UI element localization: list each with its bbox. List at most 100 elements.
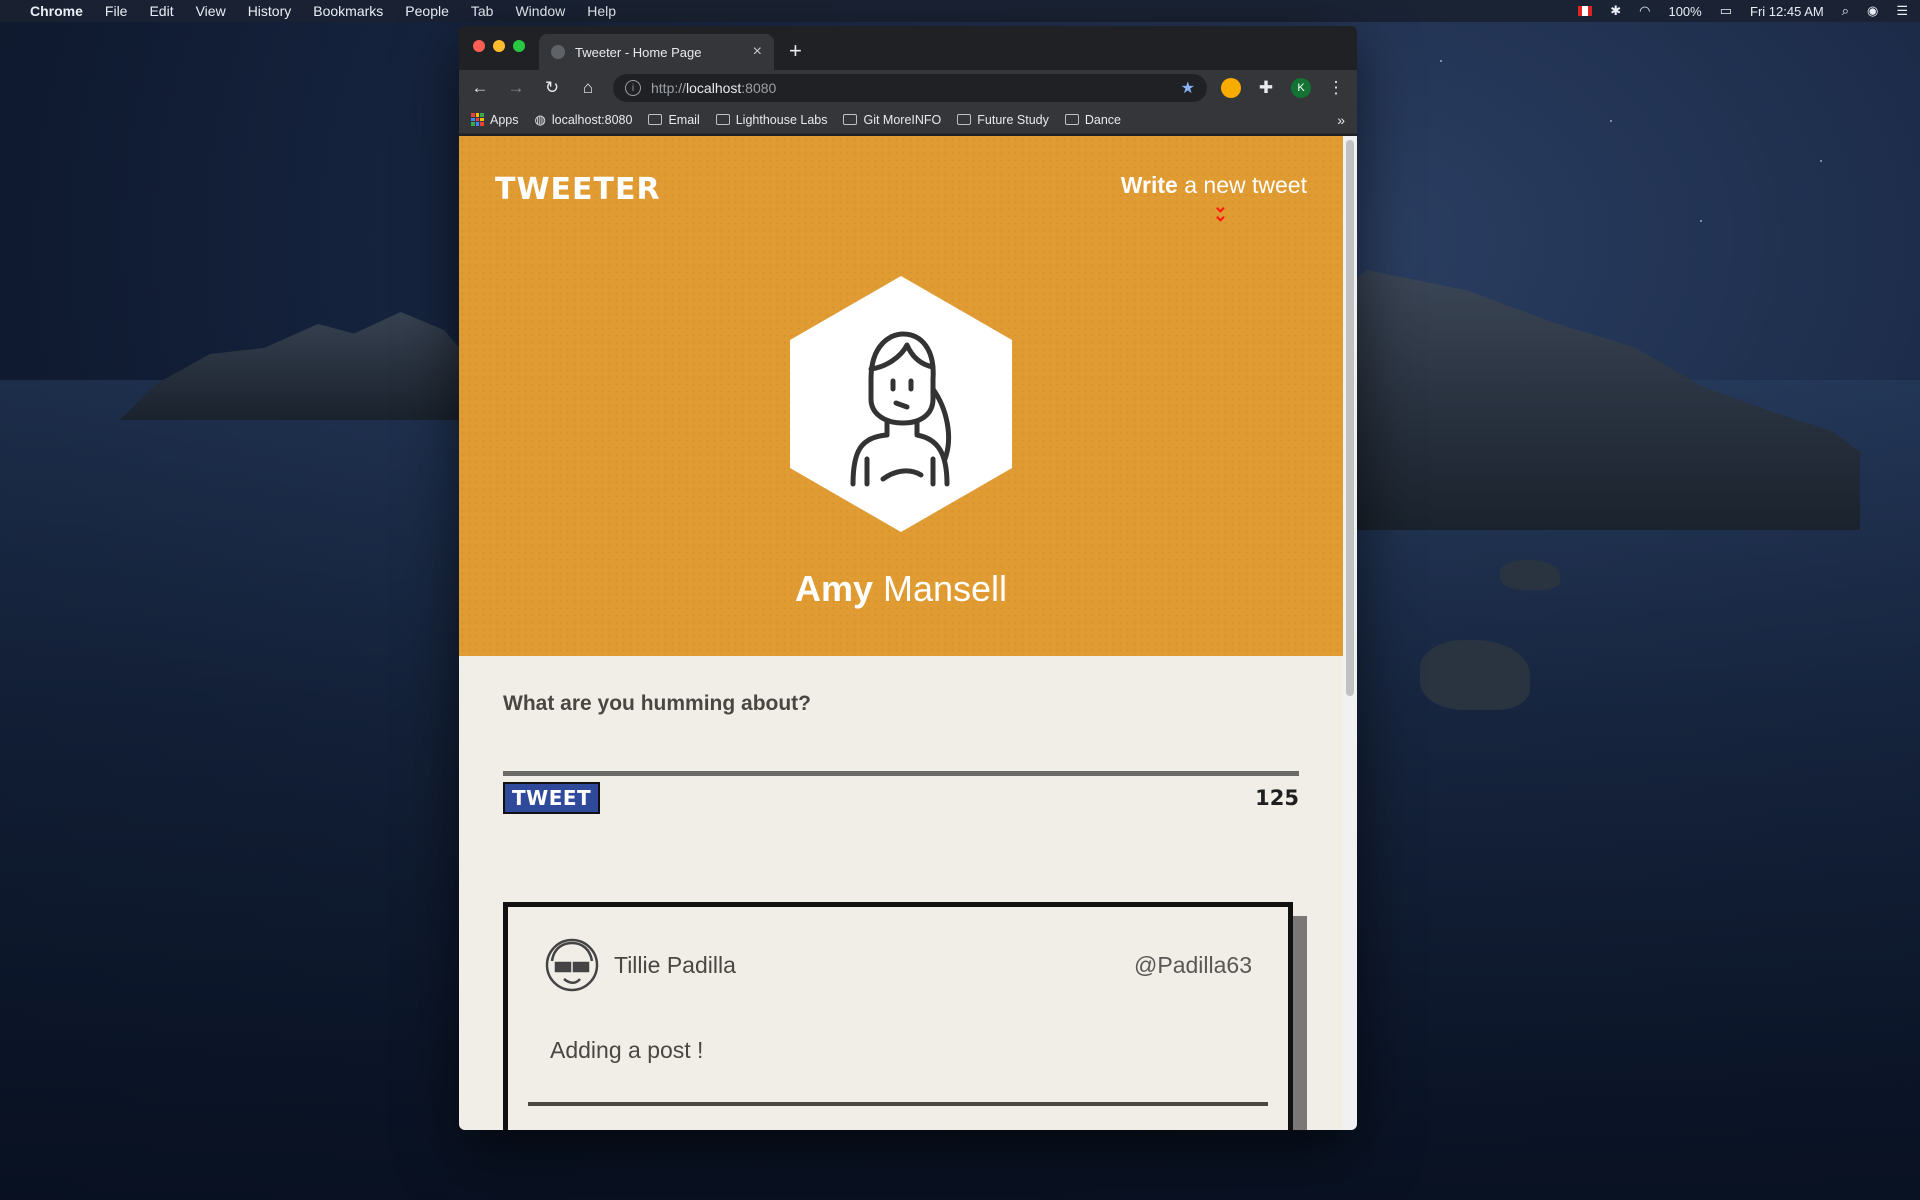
page-viewport: TWEETER Write a new tweet ⌄ ⌄ Amy Mansell bbox=[459, 136, 1343, 1130]
close-window-button[interactable] bbox=[473, 40, 485, 52]
bookmarks-overflow-icon[interactable]: » bbox=[1337, 112, 1345, 128]
url-scheme: http:// bbox=[651, 80, 687, 96]
notification-center-icon[interactable]: ☰ bbox=[1896, 3, 1908, 19]
menu-file[interactable]: File bbox=[105, 3, 128, 19]
menu-tab[interactable]: Tab bbox=[471, 3, 494, 19]
bookmark-label: Future Study bbox=[977, 112, 1049, 127]
bookmark-dance[interactable]: Dance bbox=[1064, 112, 1121, 127]
page-header: TWEETER Write a new tweet ⌄ ⌄ Amy Mansell bbox=[459, 136, 1343, 656]
bookmark-apps[interactable]: Apps bbox=[471, 113, 519, 127]
wifi-icon[interactable]: ◠ bbox=[1639, 3, 1650, 19]
more-menu-icon[interactable]: ⋮ bbox=[1325, 78, 1347, 98]
bookmark-star-icon[interactable]: ★ bbox=[1181, 78, 1195, 98]
menubar: Chrome File Edit View History Bookmarks … bbox=[0, 0, 1920, 22]
folder-icon bbox=[957, 114, 972, 125]
apps-grid-icon bbox=[471, 113, 484, 126]
minimize-window-button[interactable] bbox=[493, 40, 505, 52]
tweet-header: Tillie Padilla @Padilla63 bbox=[508, 907, 1288, 993]
island-left bbox=[120, 312, 480, 420]
puzzle-extensions-icon[interactable]: ✚ bbox=[1255, 78, 1277, 98]
menu-help[interactable]: Help bbox=[587, 3, 616, 19]
bookmark-label: Lighthouse Labs bbox=[735, 112, 828, 127]
tab-title: Tweeter - Home Page bbox=[575, 44, 702, 60]
bookmark-git-moreinfo[interactable]: Git MoreINFO bbox=[843, 113, 941, 127]
profile-last-name: Mansell bbox=[872, 568, 1008, 609]
reload-icon[interactable]: ↻ bbox=[541, 78, 563, 98]
menu-history[interactable]: History bbox=[248, 3, 292, 19]
profile-avatar-hexagon bbox=[790, 276, 1012, 532]
siri-icon[interactable]: ◉ bbox=[1867, 3, 1878, 19]
star bbox=[1700, 220, 1702, 222]
title-bar: Tweeter - Home Page × + bbox=[459, 26, 1357, 70]
menu-edit[interactable]: Edit bbox=[149, 3, 173, 19]
profile-avatar[interactable]: K bbox=[1291, 78, 1311, 98]
bluetooth-icon[interactable]: ✱ bbox=[1610, 3, 1621, 19]
menu-view[interactable]: View bbox=[196, 3, 226, 19]
bookmark-label: Email bbox=[668, 112, 700, 127]
globe-icon bbox=[551, 45, 565, 59]
tab-tweeter-home[interactable]: Tweeter - Home Page × bbox=[539, 34, 774, 70]
folder-icon bbox=[715, 114, 730, 125]
forward-arrow-icon[interactable]: → bbox=[505, 78, 527, 98]
menubar-tray: ✱ ◠ 100% ▭ Fri 12:45 AM ⌕ ◉ ☰ bbox=[1578, 3, 1908, 19]
compose-section: What are you humming about? TWEET 125 bbox=[459, 656, 1343, 814]
zoom-window-button[interactable] bbox=[513, 40, 525, 52]
menu-people[interactable]: People bbox=[405, 3, 449, 19]
scrollbar-thumb[interactable] bbox=[1346, 140, 1354, 696]
star bbox=[1440, 60, 1442, 62]
folder-icon bbox=[1064, 114, 1079, 125]
bookmark-label: Git MoreINFO bbox=[863, 112, 942, 127]
tweet-button[interactable]: TWEET bbox=[503, 782, 601, 814]
browser-window: Tweeter - Home Page × + ← → ↻ ⌂ i http:/… bbox=[459, 26, 1357, 1130]
star bbox=[1820, 160, 1822, 162]
bookmark-future-study[interactable]: Future Study bbox=[957, 113, 1049, 127]
window-controls bbox=[473, 40, 525, 52]
write-link-rest: a new tweet bbox=[1177, 172, 1307, 198]
tweet-author-name[interactable]: Tillie Padilla bbox=[614, 952, 736, 979]
extension-icon[interactable] bbox=[1221, 78, 1241, 98]
tweet-divider bbox=[528, 1102, 1268, 1106]
site-logo[interactable]: TWEETER bbox=[495, 172, 661, 207]
battery-percent[interactable]: 100% bbox=[1668, 4, 1701, 19]
url-host: localhost bbox=[686, 80, 742, 96]
close-tab-icon[interactable]: × bbox=[753, 43, 762, 61]
write-new-tweet-link[interactable]: Write a new tweet bbox=[1121, 172, 1307, 199]
character-counter: 125 bbox=[1255, 786, 1299, 810]
bookmark-localhost[interactable]: ◍ localhost:8080 bbox=[535, 112, 633, 128]
compose-label: What are you humming about? bbox=[503, 692, 811, 715]
compose-row: TWEET 125 bbox=[503, 782, 1299, 814]
tweet-author-avatar bbox=[545, 938, 599, 992]
bookmarks-bar: Apps ◍ localhost:8080 Email Lighthouse L… bbox=[459, 106, 1357, 134]
address-bar[interactable]: i http://localhost:8080 ★ bbox=[613, 74, 1207, 102]
tweet-author-handle[interactable]: @Padilla63 bbox=[1134, 952, 1252, 979]
globe-icon: ◍ bbox=[534, 111, 546, 127]
profile-name: Amy Mansell bbox=[459, 568, 1343, 610]
tweet-card: Tillie Padilla @Padilla63 Adding a post … bbox=[503, 902, 1293, 1130]
site-info-icon[interactable]: i bbox=[625, 80, 641, 96]
menu-app-name[interactable]: Chrome bbox=[30, 3, 83, 19]
battery-icon[interactable]: ▭ bbox=[1720, 3, 1732, 19]
write-link-bold: Write bbox=[1120, 172, 1178, 198]
star bbox=[1610, 120, 1612, 122]
bookmark-email[interactable]: Email bbox=[648, 112, 700, 127]
home-icon[interactable]: ⌂ bbox=[577, 78, 599, 98]
user-avatar-icon bbox=[850, 331, 952, 487]
page-scrollbar[interactable] bbox=[1343, 136, 1357, 1130]
input-source-flag-icon[interactable] bbox=[1578, 6, 1593, 16]
new-tab-button[interactable]: + bbox=[789, 38, 802, 64]
double-chevron-down-icon[interactable]: ⌄ ⌄ bbox=[1213, 197, 1228, 224]
bookmark-label: Dance bbox=[1084, 112, 1121, 127]
back-arrow-icon[interactable]: ← bbox=[469, 78, 491, 98]
bookmark-lighthouse-labs[interactable]: Lighthouse Labs bbox=[715, 112, 828, 127]
spotlight-icon[interactable]: ⌕ bbox=[1842, 3, 1849, 19]
tweet-textarea[interactable] bbox=[503, 746, 1299, 776]
bookmark-label: localhost:8080 bbox=[551, 112, 633, 127]
menu-window[interactable]: Window bbox=[515, 3, 565, 19]
clock[interactable]: Fri 12:45 AM bbox=[1750, 4, 1824, 19]
tweet-body: Adding a post ! bbox=[550, 1037, 704, 1063]
menu-bookmarks[interactable]: Bookmarks bbox=[313, 3, 383, 19]
browser-toolbar: ← → ↻ ⌂ i http://localhost:8080 ★ ✚ K ⋮ bbox=[459, 70, 1357, 106]
rock bbox=[1420, 640, 1530, 710]
folder-icon bbox=[648, 114, 663, 125]
rock bbox=[1500, 560, 1560, 590]
